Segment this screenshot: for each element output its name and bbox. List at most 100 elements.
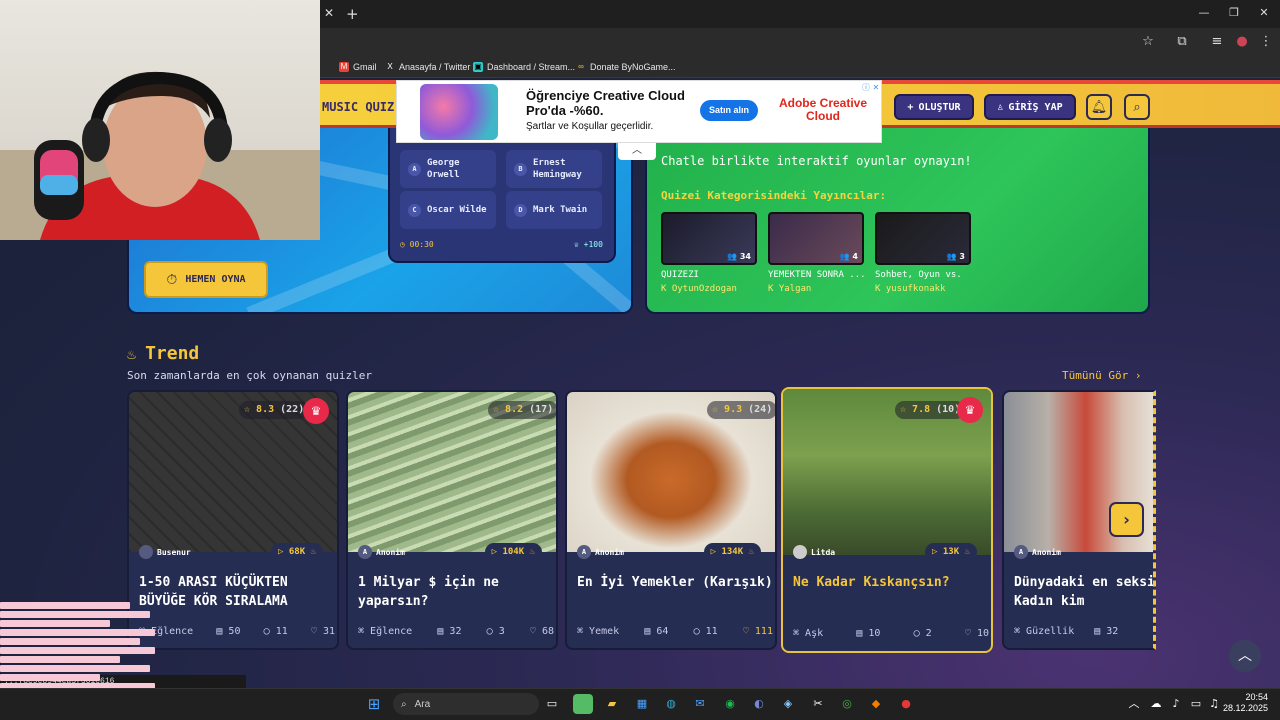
- quiz-card[interactable]: ☆ 9.3 (24) A Anonim ▷ 134K ♨ En İyi Yemek…: [565, 390, 777, 650]
- kick-icon: K: [875, 284, 886, 294]
- ad-collapse-chevron-icon[interactable]: ︿: [618, 143, 656, 160]
- streamer-card[interactable]: 👥 4 YEMEKTEN SONRA ... K Yalgan: [768, 212, 864, 294]
- edge-icon[interactable]: ◍: [661, 694, 681, 714]
- quiz-author[interactable]: Litda: [793, 543, 835, 561]
- bookmark-gmail[interactable]: M Gmail: [339, 60, 377, 74]
- search-icon: ⌕: [401, 698, 407, 710]
- quiz-author[interactable]: A Anonim: [358, 543, 405, 561]
- window-close-icon[interactable]: ✕: [1254, 6, 1274, 20]
- comment-count: ◯ 3: [486, 626, 505, 637]
- quiz-author[interactable]: A Anonim: [1014, 543, 1061, 561]
- ad-info-close-icon[interactable]: ⓘ ✕: [862, 82, 879, 93]
- avatar: [139, 545, 153, 559]
- windows-start-icon[interactable]: ⊞: [364, 694, 384, 714]
- stream-thumbnail: 👥 3: [875, 212, 971, 265]
- bookmark-twitter[interactable]: X Anasayfa / Twitter: [385, 60, 470, 74]
- play-now-button[interactable]: ⏱ HEMEN OYNA: [144, 261, 268, 298]
- extensions-icon[interactable]: ⧉: [1174, 34, 1190, 50]
- quiz-title: Ne Kadar Kıskançsın?: [793, 575, 950, 590]
- new-tab-button[interactable]: +: [346, 5, 360, 23]
- play-count: ▷ 104K ♨: [484, 543, 542, 561]
- file-explorer-icon[interactable]: ▰: [602, 694, 622, 714]
- option-letter: D: [514, 203, 527, 217]
- bookmark-star-icon[interactable]: ☆: [1140, 34, 1156, 50]
- restore-icon[interactable]: ❐: [1224, 6, 1244, 20]
- app-icon[interactable]: [573, 694, 593, 714]
- streamer-card[interactable]: 👥 3 Sohbet, Oyun vs. K yusufkonakk: [875, 212, 971, 294]
- close-tab-icon[interactable]: ✕: [322, 6, 336, 20]
- question-count: ▤ 50: [216, 626, 241, 637]
- quiz-card[interactable]: ☆ 8.2 (17) A Anonim ▷ 104K ♨ 1 Milyar $ i…: [346, 390, 558, 650]
- play-count: ▷ 13K ♨: [925, 543, 977, 561]
- option-text: Oscar Wilde: [427, 205, 487, 215]
- login-button[interactable]: ♙ GİRİŞ YAP: [984, 94, 1076, 120]
- quiz-author[interactable]: Busenur: [139, 543, 191, 561]
- rating-badge: ☆ 7.8 (10): [895, 401, 966, 419]
- spotify-icon[interactable]: ◉: [720, 694, 740, 714]
- ad-buy-button[interactable]: Satın alın: [700, 100, 758, 121]
- chrome-icon[interactable]: ◎: [837, 694, 857, 714]
- outlook-icon[interactable]: ✉: [690, 694, 710, 714]
- discord-icon[interactable]: ◐: [749, 694, 769, 714]
- volume-icon[interactable]: ♫: [1204, 694, 1224, 714]
- task-view-icon[interactable]: ▭: [542, 694, 562, 714]
- bookmark-donate[interactable]: ∞ Donate ByNoGame...: [576, 60, 675, 74]
- donate-icon: ∞: [578, 62, 584, 71]
- profile-icon[interactable]: ●: [1234, 34, 1250, 50]
- play-count: ▷ 68K ♨: [271, 543, 323, 561]
- option-letter: C: [408, 203, 421, 217]
- comment-count: ◯ 11: [693, 626, 718, 637]
- capcut-icon[interactable]: ✂: [808, 694, 828, 714]
- stopwatch-icon: ⏱: [166, 271, 178, 288]
- minimize-icon[interactable]: —: [1194, 6, 1214, 20]
- menu-icon[interactable]: ⋮: [1258, 34, 1274, 50]
- gmail-icon: M: [339, 62, 349, 72]
- quiz-card[interactable]: ☆ 7.8 (10) ♛ Litda ▷ 13K ♨ Ne Kadar Kısk…: [781, 387, 993, 653]
- quiz-title: En İyi Yemekler (Karışık): [577, 575, 773, 590]
- comment-count: ◯ 11: [263, 626, 288, 637]
- option-a[interactable]: A George Orwell: [400, 150, 496, 188]
- tray-chevron-up-icon[interactable]: ︿: [1124, 694, 1144, 714]
- see-all-link[interactable]: Tümünü Gör ›: [1062, 369, 1141, 382]
- trophy-icon: ♕: [574, 240, 584, 249]
- app-icon[interactable]: ◈: [778, 694, 798, 714]
- option-text: George Orwell: [427, 158, 460, 180]
- app-icon[interactable]: ◆: [866, 694, 886, 714]
- taskbar-clock[interactable]: 20:54 28.12.2025: [1222, 692, 1268, 714]
- option-text: Ernest Hemingway: [533, 158, 582, 180]
- option-c[interactable]: C Oscar Wilde: [400, 191, 496, 229]
- option-text: Mark Twain: [533, 205, 588, 215]
- obs-icon[interactable]: ●: [896, 694, 916, 714]
- option-d[interactable]: D Mark Twain: [506, 191, 602, 229]
- crown-icon: ♛: [957, 397, 983, 423]
- taskbar-search[interactable]: ⌕ Ara: [393, 693, 539, 715]
- search-icon[interactable]: ⌕: [1124, 94, 1150, 120]
- create-button[interactable]: + OLUŞTUR: [894, 94, 974, 120]
- rating-badge: ☆ 9.3 (24): [707, 401, 775, 419]
- mic-icon[interactable]: ♪: [1166, 694, 1186, 714]
- stream-thumbnail: 👥 34: [661, 212, 757, 265]
- bell-icon[interactable]: 🔔︎: [1086, 94, 1112, 120]
- quiz-card[interactable]: ☆ 8.3 (22) ♛ Busenur ▷ 68K ♨ 1-50 ARASI …: [127, 390, 339, 650]
- quiz-meta: ⌘ Aşk ▤ 10 ◯ 2 ♡ 10: [793, 628, 989, 639]
- streamer-figure: [0, 71, 320, 240]
- play-count: ▷ 134K ♨: [703, 543, 761, 561]
- store-icon[interactable]: ▦: [632, 694, 652, 714]
- media-icon[interactable]: ≡: [1209, 34, 1225, 50]
- quiz-meta: ⌘ Eğlence ▤ 32 ◯ 3 ♡ 68: [358, 626, 554, 637]
- streamer-card[interactable]: 👥 34 QÜİZEZİ K OytunOzdogan: [661, 212, 757, 294]
- plus-icon: +: [907, 101, 914, 113]
- carousel-next-button[interactable]: ›: [1109, 502, 1144, 537]
- quiz-meta: ⌘ Eğlence ▤ 50 ◯ 11 ♡ 31: [139, 626, 335, 637]
- author-name: Anonim: [376, 547, 405, 557]
- display-icon[interactable]: ▭: [1186, 694, 1206, 714]
- bookmark-dashboard[interactable]: ▣ Dashboard / Stream...: [473, 60, 575, 74]
- stream-title: YEMEKTEN SONRA ...: [768, 270, 864, 280]
- streamer-name: K yusufkonakk: [875, 284, 946, 294]
- option-b[interactable]: B Ernest Hemingway: [506, 150, 602, 188]
- quiz-author[interactable]: A Anonim: [577, 543, 624, 561]
- like-count: ♡ 10: [964, 628, 989, 639]
- network-icon[interactable]: ☁: [1146, 694, 1166, 714]
- site-logo[interactable]: MUSIC QUIZ: [322, 100, 394, 114]
- scroll-to-top-button[interactable]: ︿: [1229, 640, 1261, 672]
